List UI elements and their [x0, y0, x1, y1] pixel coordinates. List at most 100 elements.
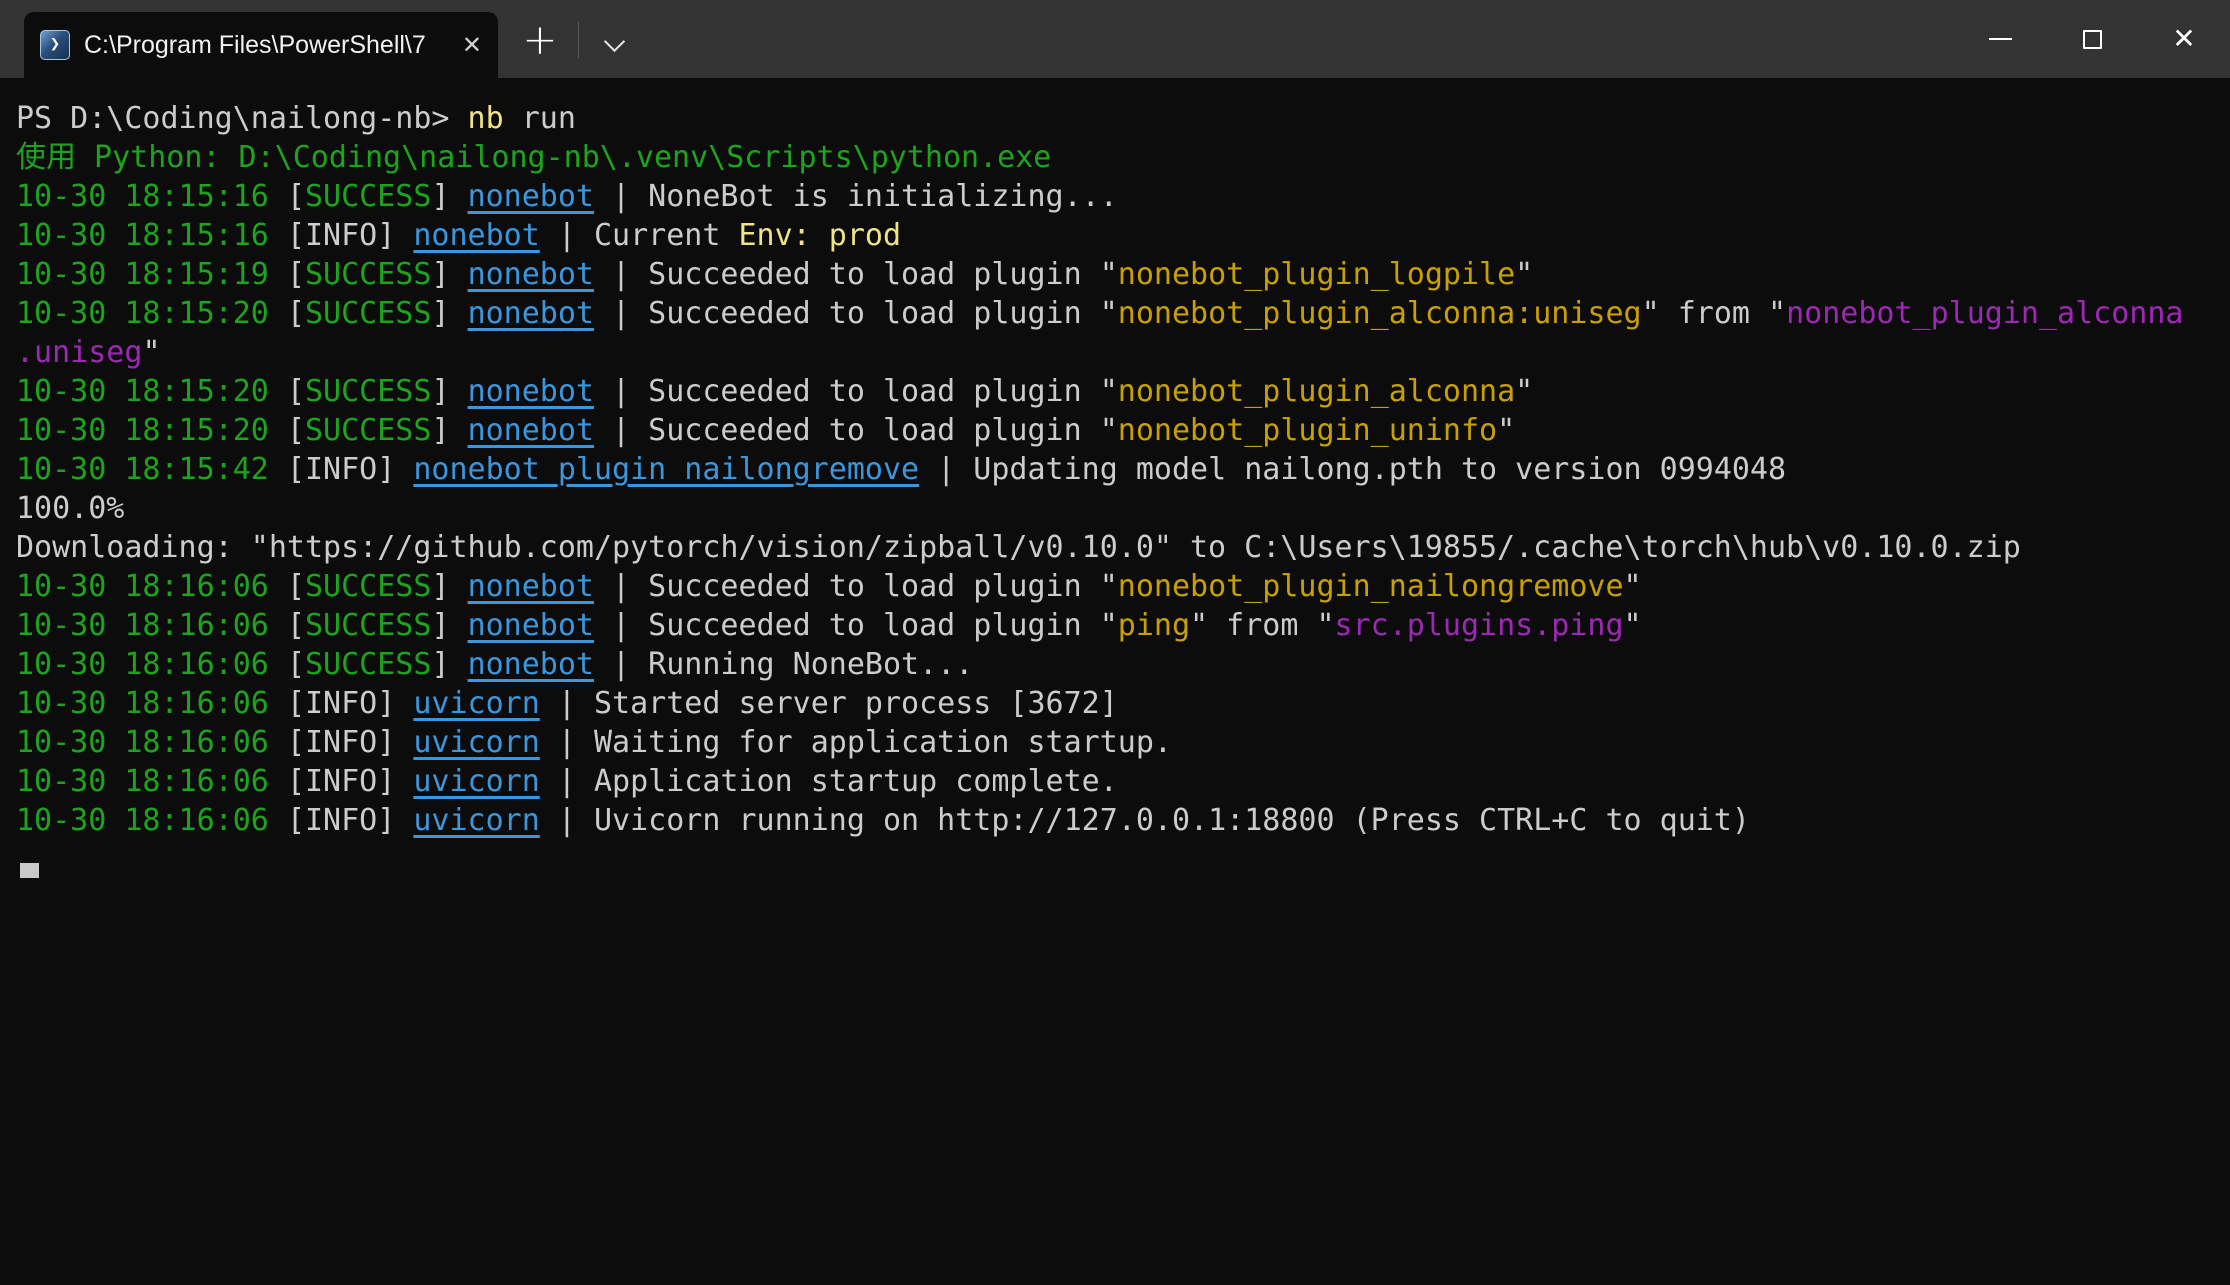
logger-link[interactable]: nonebot [468, 374, 594, 409]
new-tab-button[interactable]: + [518, 20, 562, 64]
log-text: [INFO] [287, 452, 413, 487]
minimize-button[interactable] [1954, 0, 2046, 78]
terminal-line: 使用 Python: D:\Coding\nailong-nb\.venv\Sc… [16, 138, 2220, 177]
logger-link[interactable]: uvicorn [413, 686, 539, 721]
tab-powershell[interactable]: ❯ C:\Program Files\PowerShell\7 ✕ [24, 12, 498, 78]
powershell-icon: ❯ [40, 30, 70, 60]
log-text: nonebot_plugin_nailongremove [1118, 569, 1624, 604]
tab-dropdown-button[interactable] [594, 26, 634, 66]
terminal-cursor [20, 863, 39, 878]
log-text: | Succeeded to load plugin " [594, 296, 1118, 331]
log-text: [INFO] [287, 764, 413, 799]
log-text: SUCCESS [305, 374, 431, 409]
logger-link[interactable]: uvicorn [413, 764, 539, 799]
window-close-button[interactable]: ✕ [2138, 0, 2230, 78]
log-text: | NoneBot is initializing... [594, 179, 1118, 214]
log-text: | Succeeded to load plugin " [594, 569, 1118, 604]
terminal-window: ❯ C:\Program Files\PowerShell\7 ✕ + ✕ PS… [0, 0, 2230, 1285]
close-tab-icon[interactable]: ✕ [462, 33, 482, 57]
log-text: nb [468, 101, 504, 136]
logger-link[interactable]: nonebot [468, 296, 594, 331]
log-text: nonebot_plugin_alconna:uniseg [1118, 296, 1642, 331]
log-text: ] [431, 569, 467, 604]
log-text: [ [287, 413, 305, 448]
terminal-line: 10-30 18:16:06 [INFO] uvicorn | Started … [16, 684, 2220, 723]
log-text: run [504, 101, 576, 136]
terminal-line: 10-30 18:16:06 [INFO] uvicorn | Applicat… [16, 762, 2220, 801]
log-text: | Succeeded to load plugin " [594, 413, 1118, 448]
logger-link[interactable]: uvicorn [413, 725, 539, 760]
logger-link[interactable]: nonebot [468, 569, 594, 604]
log-text: [ [287, 608, 305, 643]
log-text: [INFO] [287, 218, 413, 253]
logger-link[interactable]: nonebot [468, 647, 594, 682]
logger-link[interactable]: nonebot [413, 218, 539, 253]
logger-link[interactable]: nonebot [468, 608, 594, 643]
terminal-line: 10-30 18:15:20 [SUCCESS] nonebot | Succe… [16, 372, 2220, 411]
terminal-line: 10-30 18:15:42 [INFO] nonebot_plugin_nai… [16, 450, 2220, 489]
log-text: | Current [540, 218, 739, 253]
log-text: ] [431, 413, 467, 448]
log-text: SUCCESS [305, 296, 431, 331]
log-text: ] [431, 257, 467, 292]
log-text: [ [287, 296, 305, 331]
log-text: 10-30 18:16:06 [16, 647, 287, 682]
log-text: | Started server process [3672] [540, 686, 1118, 721]
log-text: [ [287, 257, 305, 292]
log-text: [ [287, 179, 305, 214]
maximize-icon [2083, 30, 2102, 49]
log-text: 10-30 18:16:06 [16, 608, 287, 643]
log-text: | Succeeded to load plugin " [594, 257, 1118, 292]
log-text: [INFO] [287, 803, 413, 838]
log-text: 10-30 18:16:06 [16, 803, 287, 838]
log-text: " [1515, 257, 1533, 292]
log-text: ] [431, 296, 467, 331]
log-text: 10-30 18:15:20 [16, 413, 287, 448]
terminal-line: 10-30 18:15:16 [SUCCESS] nonebot | NoneB… [16, 177, 2220, 216]
log-text: [ [287, 647, 305, 682]
maximize-button[interactable] [2046, 0, 2138, 78]
log-text: 10-30 18:15:20 [16, 296, 287, 331]
terminal-line: 10-30 18:16:06 [INFO] uvicorn | Waiting … [16, 723, 2220, 762]
close-icon: ✕ [2172, 25, 2195, 53]
terminal-line: PS D:\Coding\nailong-nb> nb run [16, 99, 2220, 138]
log-text: SUCCESS [305, 569, 431, 604]
log-text: 100.0% [16, 491, 124, 526]
log-text: [INFO] [287, 686, 413, 721]
logger-link[interactable]: nonebot [468, 413, 594, 448]
terminal-line: .uniseg" [16, 333, 2220, 372]
terminal-line: 10-30 18:15:16 [INFO] nonebot | Current … [16, 216, 2220, 255]
log-text: | Waiting for application startup. [540, 725, 1172, 760]
terminal-content[interactable]: PS D:\Coding\nailong-nb> nb run使用 Python… [0, 78, 2230, 1285]
terminal-line: 10-30 18:15:20 [SUCCESS] nonebot | Succe… [16, 294, 2220, 333]
log-text: 10-30 18:15:16 [16, 179, 287, 214]
terminal-line: 10-30 18:15:20 [SUCCESS] nonebot | Succe… [16, 411, 2220, 450]
log-text: src.plugins.ping [1335, 608, 1624, 643]
log-text: | Updating model nailong.pth to version … [919, 452, 1786, 487]
log-text: nonebot_plugin_logpile [1118, 257, 1515, 292]
chevron-down-icon [604, 31, 625, 52]
log-text: " from " [1642, 296, 1787, 331]
log-text: Env: prod [739, 218, 902, 253]
logger-link[interactable]: nonebot_plugin_nailongremove [413, 452, 919, 487]
terminal-line: 10-30 18:15:19 [SUCCESS] nonebot | Succe… [16, 255, 2220, 294]
log-text: [ [287, 374, 305, 409]
log-text: ping [1118, 608, 1190, 643]
log-text: nonebot_plugin_alconna [1118, 374, 1515, 409]
log-text: " [142, 335, 160, 370]
log-text: " from " [1190, 608, 1335, 643]
log-text: nonebot_plugin_alconna [1786, 296, 2183, 331]
log-text: 10-30 18:15:16 [16, 218, 287, 253]
log-text: | Succeeded to load plugin " [594, 374, 1118, 409]
terminal-line: 100.0% [16, 489, 2220, 528]
terminal-line: Downloading: "https://github.com/pytorch… [16, 528, 2220, 567]
logger-link[interactable]: nonebot [468, 257, 594, 292]
logger-link[interactable]: uvicorn [413, 803, 539, 838]
log-text: | Application startup complete. [540, 764, 1118, 799]
tab-title: C:\Program Files\PowerShell\7 [84, 31, 448, 60]
title-bar[interactable]: ❯ C:\Program Files\PowerShell\7 ✕ + ✕ [0, 0, 2230, 78]
log-text: " [1624, 569, 1642, 604]
terminal-line: 10-30 18:16:06 [SUCCESS] nonebot | Runni… [16, 645, 2220, 684]
logger-link[interactable]: nonebot [468, 179, 594, 214]
minimize-icon [1989, 38, 2012, 40]
